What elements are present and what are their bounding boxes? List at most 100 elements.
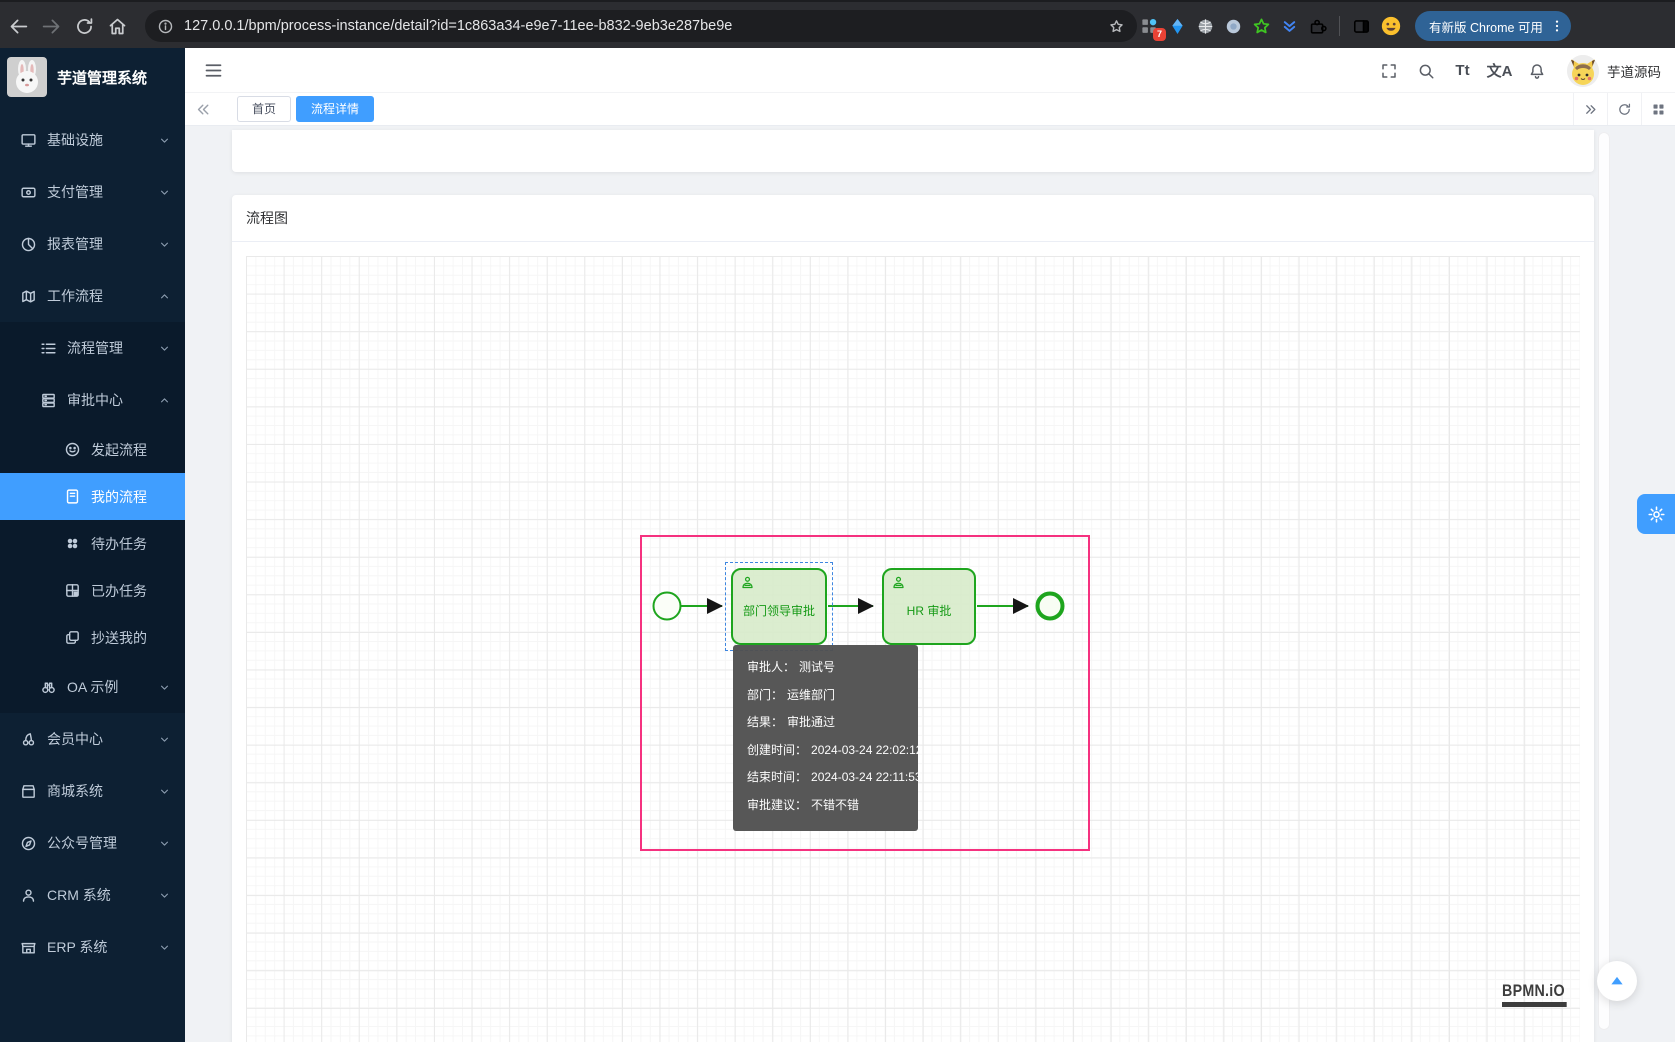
fullscreen-icon[interactable] bbox=[1370, 48, 1407, 93]
process-diagram-card: 流程图 部门领导审批 bbox=[232, 195, 1594, 1042]
bpmn-io-watermark[interactable]: BPMN.iO bbox=[1502, 982, 1567, 1007]
sidebar-item-erp[interactable]: ERP 系统 bbox=[0, 921, 185, 973]
collapse-menu-icon[interactable] bbox=[203, 60, 224, 81]
card-header: 流程图 bbox=[232, 195, 1594, 242]
tooltip-label: 结果： bbox=[747, 715, 783, 729]
copy-icon bbox=[64, 629, 81, 646]
tabs-bar: 首页流程详情 bbox=[185, 93, 1675, 126]
sidebar-item-mall[interactable]: 商城系统 bbox=[0, 765, 185, 817]
sidebar-item-workflow[interactable]: 工作流程 bbox=[0, 270, 185, 322]
cherry-icon bbox=[20, 731, 37, 748]
tab-0[interactable]: 首页 bbox=[237, 96, 291, 122]
tooltip-label: 部门： bbox=[747, 688, 783, 702]
pie-chart-icon bbox=[20, 236, 37, 253]
tooltip-value: 2024-03-24 22:02:12 bbox=[811, 743, 922, 757]
search-icon[interactable] bbox=[1407, 48, 1444, 93]
bpmn-canvas[interactable]: 部门领导审批 HR 审批 审批人：测试号部门：运维部门结果：审批通过创建时间：2… bbox=[246, 256, 1580, 1042]
shop-icon bbox=[20, 783, 37, 800]
user-task-dept-leader[interactable]: 部门领导审批 bbox=[731, 568, 827, 645]
tooltip-value: 2024-03-24 22:11:53 bbox=[811, 770, 922, 784]
sidebar-item-my-process[interactable]: 我的流程 bbox=[0, 473, 185, 520]
ext-chevrons-icon[interactable] bbox=[1280, 17, 1299, 36]
start-event[interactable] bbox=[654, 593, 681, 620]
card-above-partial bbox=[232, 130, 1594, 172]
ext-grid-icon[interactable]: 7 bbox=[1140, 17, 1159, 36]
side-panel-icon[interactable] bbox=[1352, 17, 1371, 36]
app-logo[interactable]: 芋道管理系统 bbox=[0, 48, 185, 106]
grid-icon[interactable] bbox=[1641, 93, 1675, 125]
settings-gear-button[interactable] bbox=[1637, 494, 1675, 534]
sidebar-item-crm[interactable]: CRM 系统 bbox=[0, 869, 185, 921]
chevron-down-icon bbox=[158, 941, 171, 954]
emoji-avatar-icon[interactable] bbox=[1380, 15, 1402, 37]
sidebar-item-oa-demo[interactable]: OA 示例 bbox=[0, 661, 185, 713]
sidebar-item-initiate-process[interactable]: 发起流程 bbox=[0, 426, 185, 473]
logo-image bbox=[7, 57, 47, 97]
sidebar-item-approval-center[interactable]: 审批中心 bbox=[0, 374, 185, 426]
tooltip-row: 审批建议：不错不错 bbox=[747, 792, 918, 820]
translate-icon[interactable]: 文A bbox=[1481, 48, 1518, 93]
grid-split-icon bbox=[64, 582, 81, 599]
user-menu[interactable]: 芋道源码 bbox=[1555, 55, 1675, 87]
tooltip-value: 测试号 bbox=[799, 660, 835, 674]
approval-icon bbox=[40, 392, 57, 409]
home-icon[interactable] bbox=[107, 16, 128, 37]
chevron-down-icon bbox=[158, 681, 171, 694]
tooltip-row: 审批人： 测试号 bbox=[747, 654, 918, 682]
chevrons-right-icon[interactable] bbox=[1573, 93, 1607, 125]
sidebar-item-process-mgmt[interactable]: 流程管理 bbox=[0, 322, 185, 374]
ext-star-icon[interactable] bbox=[1252, 17, 1271, 36]
payment-icon bbox=[20, 184, 37, 201]
tooltip-value: 不错不错 bbox=[811, 798, 859, 812]
puzzle-icon[interactable] bbox=[1308, 17, 1327, 36]
chevron-down-icon bbox=[158, 186, 171, 199]
sidebar-item-infra[interactable]: 基础设施 bbox=[0, 114, 185, 166]
username: 芋道源码 bbox=[1607, 61, 1661, 81]
forward-icon[interactable] bbox=[41, 16, 62, 37]
chevrons-left-icon[interactable] bbox=[195, 101, 212, 118]
user-icon bbox=[20, 887, 37, 904]
scrollbar-thumb[interactable] bbox=[1598, 132, 1610, 1030]
user-task-hr[interactable]: HR 审批 bbox=[882, 568, 976, 645]
sidebar-item-done-task[interactable]: 已办任务 bbox=[0, 567, 185, 614]
store-icon bbox=[20, 939, 37, 956]
back-to-top-button[interactable] bbox=[1597, 961, 1637, 1001]
tooltip-row: 创建时间：2024-03-24 22:02:12 bbox=[747, 737, 918, 765]
ext-globe-icon[interactable] bbox=[1196, 17, 1215, 36]
browser-toolbar: 127.0.0.1/bpm/process-instance/detail?id… bbox=[0, 0, 1675, 48]
sidebar-item-member[interactable]: 会员中心 bbox=[0, 713, 185, 765]
chrome-update-button[interactable]: 有新版 Chrome 可用 bbox=[1415, 11, 1571, 41]
reload-icon[interactable] bbox=[1607, 93, 1641, 125]
tooltip-label: 审批人： bbox=[747, 660, 795, 674]
chevron-down-icon bbox=[158, 134, 171, 147]
user-task-icon bbox=[891, 575, 906, 590]
tab-1[interactable]: 流程详情 bbox=[296, 96, 374, 122]
smiley-icon bbox=[64, 441, 81, 458]
sidebar-item-payment[interactable]: 支付管理 bbox=[0, 166, 185, 218]
pinwheel-icon bbox=[64, 535, 81, 552]
monitor-icon bbox=[20, 132, 37, 149]
tooltip-row: 结束时间：2024-03-24 22:11:53 bbox=[747, 764, 918, 792]
back-icon[interactable] bbox=[8, 16, 29, 37]
dots-vertical-icon[interactable] bbox=[1549, 18, 1565, 34]
sidebar-item-todo-task[interactable]: 待办任务 bbox=[0, 520, 185, 567]
ext-kite-icon[interactable] bbox=[1168, 17, 1187, 36]
reload-icon[interactable] bbox=[74, 16, 95, 37]
site-info-icon[interactable] bbox=[157, 18, 174, 35]
bell-icon[interactable] bbox=[1518, 48, 1555, 93]
approval-tooltip: 审批人：测试号部门：运维部门结果：审批通过创建时间：2024-03-24 22:… bbox=[733, 645, 918, 831]
sidebar-item-cc-me[interactable]: 抄送我的 bbox=[0, 614, 185, 661]
tooltip-value: 运维部门 bbox=[787, 688, 835, 702]
bookmark-star-icon[interactable] bbox=[1108, 18, 1125, 35]
end-event[interactable] bbox=[1038, 594, 1063, 619]
ext-dot-icon[interactable] bbox=[1224, 17, 1243, 36]
font-size-icon[interactable]: Tt bbox=[1444, 48, 1481, 93]
chevron-up-icon bbox=[158, 394, 171, 407]
url-bar[interactable]: 127.0.0.1/bpm/process-instance/detail?id… bbox=[145, 10, 1137, 42]
sidebar: 芋道管理系统 基础设施支付管理报表管理工作流程流程管理审批中心发起流程我的流程待… bbox=[0, 48, 185, 1042]
sidebar-item-official-account[interactable]: 公众号管理 bbox=[0, 817, 185, 869]
gear-icon bbox=[1647, 505, 1666, 524]
tooltip-label: 创建时间： bbox=[747, 743, 807, 757]
chevron-down-icon bbox=[158, 785, 171, 798]
sidebar-item-report[interactable]: 报表管理 bbox=[0, 218, 185, 270]
